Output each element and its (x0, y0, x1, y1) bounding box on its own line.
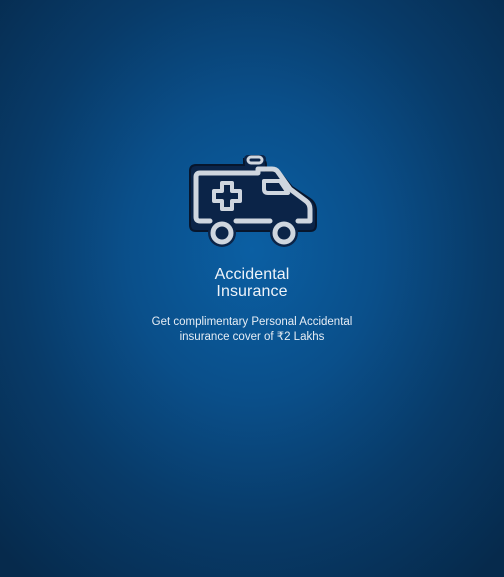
feature-title-line-2: Insurance (216, 283, 288, 300)
feature-description: Get complimentary Personal Accidental in… (0, 315, 504, 345)
accidental-insurance-card: Accidental Insurance Get complimentary P… (0, 0, 504, 577)
feature-title-line-1: Accidental (214, 266, 290, 283)
feature-description-line-2: insurance cover of ₹2 Lakhs (179, 331, 325, 343)
feature-description-line-1: Get complimentary Personal Accidental (151, 316, 353, 328)
feature-title: Accidental Insurance (0, 266, 504, 300)
ambulance-icon (186, 153, 318, 251)
